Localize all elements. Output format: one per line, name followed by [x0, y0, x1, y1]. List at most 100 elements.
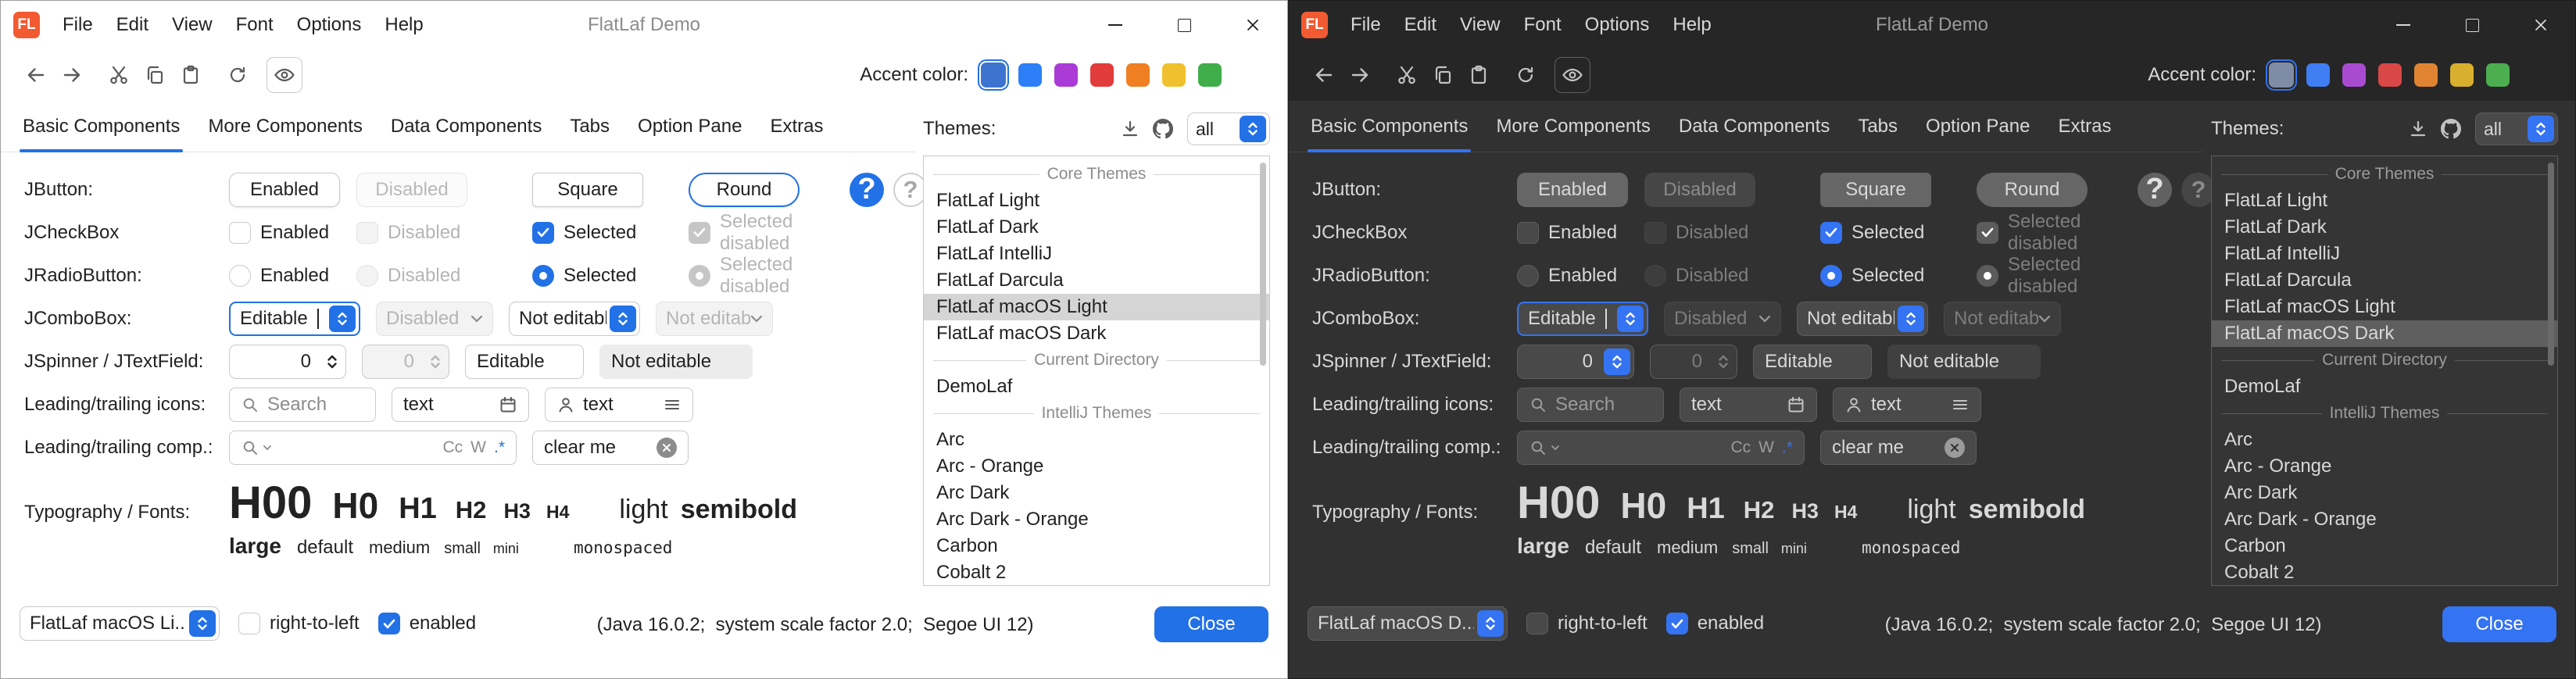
theme-item[interactable]: FlatLaf macOS Light — [2212, 294, 2557, 320]
whole-words-toggle[interactable]: W — [470, 438, 486, 457]
combobox-not-editable[interactable]: Not editable — [509, 302, 640, 336]
theme-item[interactable]: Arc Dark - Orange — [924, 506, 1269, 533]
list-icon[interactable] — [663, 395, 682, 414]
enabled-checkbox[interactable]: enabled — [1666, 613, 1764, 634]
refresh-button[interactable] — [1508, 57, 1544, 93]
checkbox-selected[interactable]: Selected — [1820, 222, 1924, 244]
download-themes-button[interactable] — [2402, 113, 2435, 145]
search-icon[interactable] — [1529, 438, 1547, 457]
theme-item[interactable]: Arc - Orange — [924, 453, 1269, 480]
checkbox-selected[interactable]: Selected — [532, 222, 636, 244]
right-to-left-checkbox[interactable]: right-to-left — [238, 613, 360, 634]
theme-item[interactable]: Arc — [2212, 427, 2557, 453]
show-hidden-toggle[interactable] — [267, 57, 302, 93]
enabled-checkbox[interactable]: enabled — [378, 613, 476, 634]
scrollbar-thumb[interactable] — [1260, 163, 1266, 366]
accent-swatch-5[interactable] — [2414, 63, 2438, 87]
theme-item[interactable]: Cobalt 2 — [2212, 559, 2557, 586]
themes-filter-combobox[interactable]: all — [2475, 113, 2558, 145]
theme-item[interactable]: Arc Dark - Orange — [2212, 506, 2557, 533]
search-with-options-input[interactable]: Cc W .* — [229, 431, 517, 465]
menu-edit[interactable]: Edit — [1393, 9, 1448, 41]
theme-item[interactable]: Arc — [924, 427, 1269, 453]
menu-help[interactable]: Help — [1661, 9, 1723, 41]
radio-enabled[interactable]: Enabled — [1517, 265, 1617, 287]
combo-arrow-button[interactable] — [189, 610, 216, 637]
combo-arrow-button[interactable] — [1240, 116, 1266, 142]
theme-item[interactable]: FlatLaf IntelliJ — [2212, 241, 2557, 267]
github-button[interactable] — [2435, 113, 2467, 145]
tab-more-components[interactable]: More Components — [1482, 101, 1664, 152]
checkbox-enabled[interactable]: Enabled — [1517, 222, 1617, 244]
accent-swatch-7[interactable] — [2486, 63, 2510, 87]
combobox-disabled[interactable]: Disabled — [376, 302, 493, 336]
spinner-arrows-button[interactable] — [1710, 348, 1737, 375]
paste-button[interactable] — [1461, 57, 1497, 93]
checkbox-enabled[interactable]: Enabled — [229, 222, 329, 244]
accent-swatch-3[interactable] — [1054, 63, 1078, 87]
tab-option-pane[interactable]: Option Pane — [1912, 101, 2044, 152]
enabled-button[interactable]: Enabled — [229, 173, 340, 207]
theme-item[interactable]: FlatLaf Dark — [2212, 214, 2557, 241]
radio-selected-disabled[interactable]: Selected disabled — [1977, 254, 2117, 298]
whole-words-toggle[interactable]: W — [1758, 438, 1774, 457]
combobox-not-editable-disabled[interactable]: Not editable dis... — [656, 302, 773, 336]
download-themes-button[interactable] — [1114, 113, 1147, 145]
accent-swatch-6[interactable] — [1162, 63, 1186, 87]
close-window-button[interactable] — [2506, 1, 2575, 49]
copy-button[interactable] — [137, 57, 173, 93]
search-input[interactable]: Search — [229, 388, 376, 422]
radio-enabled[interactable]: Enabled — [229, 265, 329, 287]
enabled-button[interactable]: Enabled — [1517, 173, 1628, 207]
textfield-editable[interactable]: Editable — [465, 345, 584, 379]
tab-basic-components[interactable]: Basic Components — [1297, 101, 1482, 152]
menu-options[interactable]: Options — [285, 9, 374, 41]
theme-item[interactable]: Arc Dark — [2212, 480, 2557, 506]
round-button[interactable]: Round — [689, 173, 800, 207]
menu-view[interactable]: View — [1448, 9, 1512, 41]
clear-icon[interactable] — [657, 438, 677, 458]
checkbox-selected-disabled[interactable]: Selected disabled — [1977, 211, 2117, 255]
checkbox-disabled[interactable]: Disabled — [1644, 222, 1748, 244]
lookandfeel-combobox[interactable]: FlatLaf macOS Li... — [20, 606, 220, 641]
spinner-arrows-button[interactable] — [319, 348, 345, 375]
spinner-disabled[interactable]: 0 — [1650, 345, 1737, 379]
tab-option-pane[interactable]: Option Pane — [624, 101, 756, 152]
back-button[interactable] — [1306, 57, 1342, 93]
maximize-button[interactable] — [2438, 1, 2506, 49]
theme-item[interactable]: Arc Dark — [924, 480, 1269, 506]
accent-swatch-1[interactable] — [2269, 63, 2294, 88]
menu-file[interactable]: File — [1339, 9, 1393, 41]
date-input[interactable]: text — [392, 388, 529, 422]
clearable-input[interactable]: clear me — [1820, 431, 1977, 465]
calendar-icon[interactable] — [1787, 395, 1805, 414]
radio-selected[interactable]: Selected — [1820, 265, 1924, 287]
menu-options[interactable]: Options — [1573, 9, 1662, 41]
round-button[interactable]: Round — [1977, 173, 2088, 207]
minimize-button[interactable] — [2369, 1, 2438, 49]
combobox-editable[interactable]: Editable — [229, 302, 360, 336]
spinner-disabled[interactable]: 0 — [362, 345, 449, 379]
tab-more-components[interactable]: More Components — [194, 101, 376, 152]
theme-item[interactable]: FlatLaf IntelliJ — [924, 241, 1269, 267]
spinner[interactable]: 0 — [229, 345, 346, 379]
forward-button[interactable] — [54, 57, 90, 93]
accent-swatch-3[interactable] — [2342, 63, 2366, 87]
menu-view[interactable]: View — [160, 9, 224, 41]
scrollbar-thumb[interactable] — [2548, 163, 2554, 366]
tab-extras[interactable]: Extras — [2044, 101, 2125, 152]
date-input[interactable]: text — [1680, 388, 1817, 422]
copy-button[interactable] — [1425, 57, 1461, 93]
tab-basic-components[interactable]: Basic Components — [9, 101, 194, 152]
theme-item[interactable]: Carbon — [2212, 533, 2557, 559]
tab-data-components[interactable]: Data Components — [377, 101, 556, 152]
theme-item-selected[interactable]: FlatLaf macOS Light — [924, 294, 1269, 320]
menu-edit[interactable]: Edit — [105, 9, 160, 41]
combobox-disabled[interactable]: Disabled — [1664, 302, 1781, 336]
tab-data-components[interactable]: Data Components — [1665, 101, 1844, 152]
textfield-not-editable[interactable]: Not editable — [599, 345, 753, 379]
theme-item[interactable]: FlatLaf Light — [924, 188, 1269, 214]
close-window-button[interactable] — [1218, 1, 1287, 49]
search-with-options-input[interactable]: Cc W .* — [1517, 431, 1805, 465]
menu-font[interactable]: Font — [224, 9, 285, 41]
